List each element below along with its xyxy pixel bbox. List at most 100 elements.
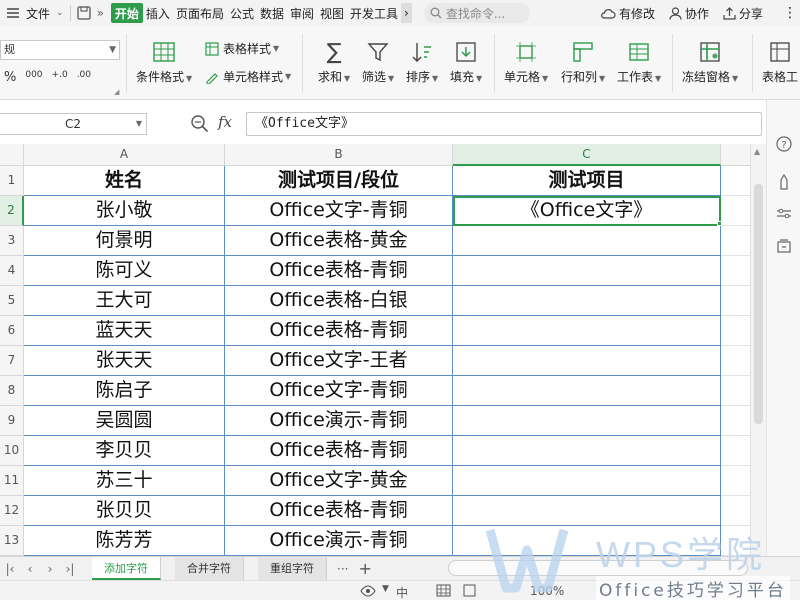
- more-options-icon[interactable]: ⋮: [780, 0, 800, 26]
- backup-icon[interactable]: [776, 238, 792, 254]
- table-cell[interactable]: [721, 166, 750, 196]
- sheet-tab-merge-chars[interactable]: 合并字符: [175, 557, 244, 580]
- table-cell[interactable]: [721, 346, 750, 376]
- fill-button[interactable]: 填充 ▼: [450, 40, 482, 85]
- file-menu[interactable]: 文件: [23, 0, 53, 26]
- prev-sheet-icon[interactable]: ‹: [20, 562, 40, 576]
- table-cell[interactable]: Office演示-青铜: [225, 406, 453, 436]
- percent-button[interactable]: %: [4, 70, 16, 85]
- table-cell[interactable]: 陈芳芳: [24, 526, 225, 556]
- cell-button[interactable]: 单元格 ▼: [504, 40, 548, 85]
- table-cell[interactable]: 李贝贝: [24, 436, 225, 466]
- table-cell[interactable]: [721, 286, 750, 316]
- sheet-tab-add-chars[interactable]: 添加字符: [92, 557, 161, 580]
- table-cell[interactable]: 王大可: [24, 286, 225, 316]
- tab-view[interactable]: 视图: [317, 0, 347, 26]
- more-sheets-icon[interactable]: ···: [337, 562, 348, 576]
- chevron-right-icon[interactable]: ›: [401, 3, 412, 23]
- properties-icon[interactable]: [776, 206, 792, 222]
- freeze-panes-button[interactable]: 冻结窗格 ▼: [682, 40, 738, 85]
- conditional-format-button[interactable]: 条件格式 ▼: [136, 40, 192, 85]
- row-header[interactable]: 7: [0, 346, 24, 376]
- row-header[interactable]: 5: [0, 286, 24, 316]
- table-cell[interactable]: 陈可义: [24, 256, 225, 286]
- table-cell[interactable]: [453, 466, 721, 496]
- table-cell[interactable]: [721, 256, 750, 286]
- table-cell[interactable]: [721, 316, 750, 346]
- column-header-b[interactable]: B: [225, 144, 453, 166]
- share-button[interactable]: 分享: [720, 0, 766, 26]
- table-cell[interactable]: [721, 436, 750, 466]
- table-cell[interactable]: 吴圆圆: [24, 406, 225, 436]
- row-header[interactable]: 1: [0, 166, 24, 196]
- select-all-corner[interactable]: [0, 144, 24, 166]
- table-cell[interactable]: 陈启子: [24, 376, 225, 406]
- save-icon[interactable]: [74, 0, 94, 26]
- fx-icon[interactable]: fx: [218, 113, 232, 131]
- table-cell[interactable]: [453, 406, 721, 436]
- number-format-select[interactable]: 规 ▼: [0, 40, 120, 60]
- table-cell[interactable]: [453, 376, 721, 406]
- row-header[interactable]: 13: [0, 526, 24, 556]
- first-sheet-icon[interactable]: |‹: [0, 562, 20, 576]
- table-cell[interactable]: Office文字-王者: [225, 346, 453, 376]
- chevron-down-icon[interactable]: ⌄: [53, 0, 67, 26]
- tab-start[interactable]: 开始: [110, 3, 143, 23]
- table-cell[interactable]: [721, 196, 750, 226]
- tab-data[interactable]: 数据: [257, 0, 287, 26]
- scroll-up-icon[interactable]: ▲: [754, 147, 760, 156]
- eye-protection-icon[interactable]: [360, 585, 376, 597]
- page-layout-view-icon[interactable]: [462, 584, 477, 597]
- next-sheet-icon[interactable]: ›: [40, 562, 60, 576]
- row-header[interactable]: 4: [0, 256, 24, 286]
- table-cell[interactable]: 张小敬: [24, 196, 225, 226]
- tab-developer[interactable]: 开发工具: [347, 0, 401, 26]
- table-cell[interactable]: [721, 226, 750, 256]
- increase-decimal-button[interactable]: +.0: [52, 70, 68, 85]
- sheet-tab-reorganize-chars[interactable]: 重组字符: [258, 557, 327, 580]
- sort-button[interactable]: 排序 ▼: [406, 40, 438, 85]
- scroll-thumb[interactable]: [754, 184, 763, 424]
- table-cell[interactable]: Office表格-黄金: [225, 226, 453, 256]
- table-cell[interactable]: Office文字-青铜: [225, 196, 453, 226]
- table-cell[interactable]: [453, 316, 721, 346]
- cell-style-button[interactable]: 单元格样式 ▼: [204, 68, 291, 85]
- name-box[interactable]: C2 ▼: [0, 113, 147, 135]
- table-header-cell[interactable]: 测试项目/段位: [225, 166, 453, 196]
- fill-handle[interactable]: [717, 221, 722, 226]
- vertical-scrollbar[interactable]: ▲: [750, 144, 766, 556]
- ribbon-expand-icon[interactable]: ◢: [114, 88, 119, 96]
- table-cell[interactable]: 蓝天天: [24, 316, 225, 346]
- table-cell[interactable]: Office表格-青铜: [225, 256, 453, 286]
- table-style-button[interactable]: 表格样式 ▼: [204, 40, 279, 57]
- row-header[interactable]: 12: [0, 496, 24, 526]
- chevron-down-icon[interactable]: ▼: [382, 584, 389, 594]
- table-cell[interactable]: [453, 256, 721, 286]
- row-header[interactable]: 2: [0, 196, 24, 226]
- table-cell[interactable]: [721, 406, 750, 436]
- input-method-icon[interactable]: 中: [396, 584, 408, 600]
- row-header[interactable]: 6: [0, 316, 24, 346]
- help-icon[interactable]: ?: [776, 136, 792, 152]
- table-cell[interactable]: 苏三十: [24, 466, 225, 496]
- worksheet-button[interactable]: 工作表 ▼: [617, 40, 661, 85]
- column-header-c[interactable]: C: [453, 144, 721, 166]
- tab-page-layout[interactable]: 页面布局: [173, 0, 227, 26]
- menu-icon[interactable]: [0, 0, 23, 26]
- more-quick-access-icon[interactable]: »: [94, 0, 107, 26]
- normal-view-icon[interactable]: [436, 584, 451, 597]
- table-cell[interactable]: Office表格-青铜: [225, 496, 453, 526]
- table-tool-button[interactable]: 表格工: [762, 40, 798, 85]
- table-cell[interactable]: Office表格-白银: [225, 286, 453, 316]
- row-header[interactable]: 3: [0, 226, 24, 256]
- table-cell[interactable]: 张天天: [24, 346, 225, 376]
- tab-formulas[interactable]: 公式: [227, 0, 257, 26]
- row-header[interactable]: 9: [0, 406, 24, 436]
- column-header-d[interactable]: [721, 144, 750, 166]
- tab-review[interactable]: 审阅: [287, 0, 317, 26]
- table-cell[interactable]: 何景明: [24, 226, 225, 256]
- table-cell[interactable]: Office表格-青铜: [225, 316, 453, 346]
- decrease-decimal-button[interactable]: .00: [77, 70, 91, 85]
- table-header-cell[interactable]: 测试项目: [453, 166, 721, 196]
- table-cell[interactable]: [721, 496, 750, 526]
